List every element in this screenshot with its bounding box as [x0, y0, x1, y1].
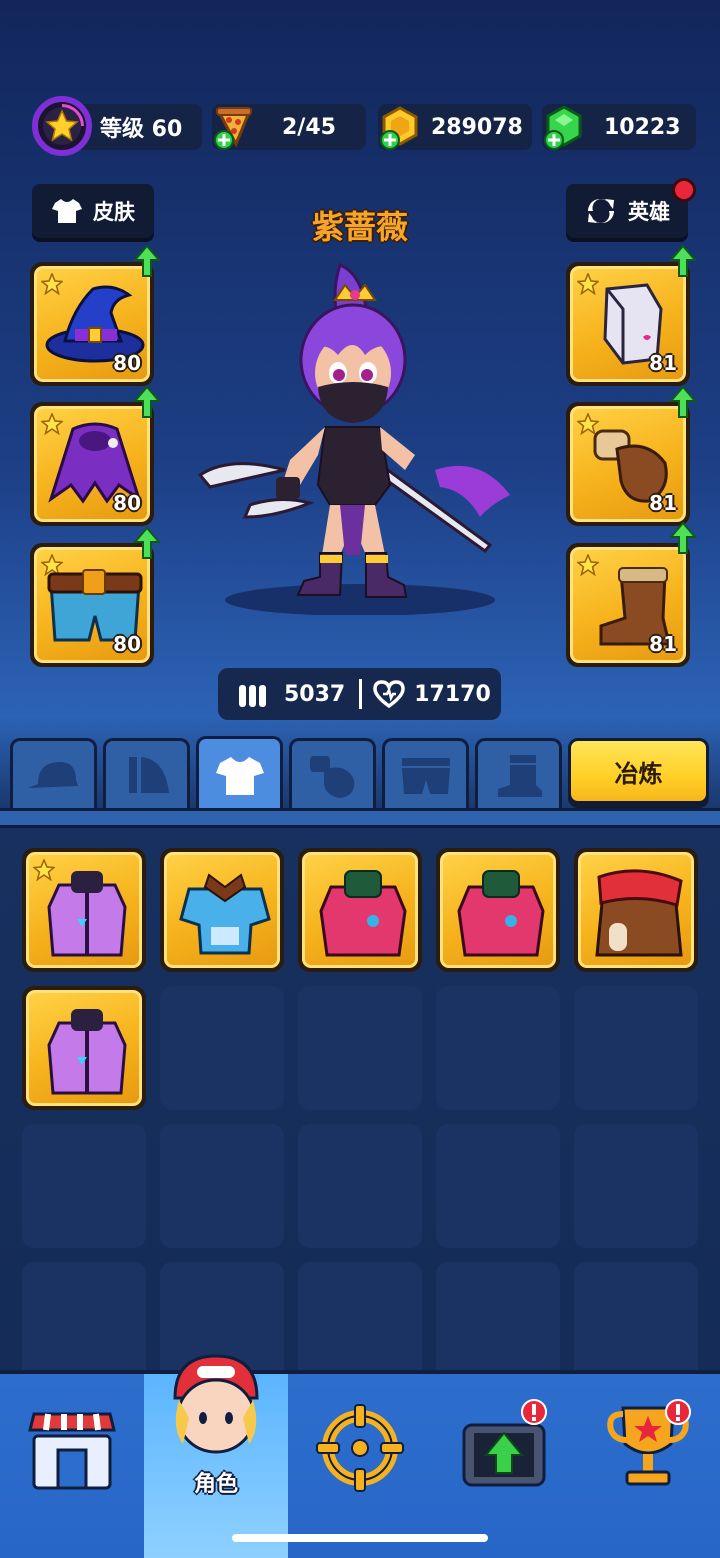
tab-boots[interactable] [475, 738, 562, 810]
hero-name: 紫蔷薇 [311, 208, 408, 246]
pizza-energy-icon [214, 107, 253, 150]
inventory-empty-slot [574, 1124, 698, 1248]
shirt-tab-icon [215, 756, 264, 795]
swap-arrows-icon [587, 198, 615, 224]
hero-character[interactable] [190, 255, 520, 615]
notification-badge-icon [521, 1399, 547, 1425]
equip-level: 81 [649, 632, 677, 656]
inventory-empty-slot [574, 986, 698, 1110]
upgrade-arrow-icon [669, 244, 697, 277]
skin-button-label: 皮肤 [93, 200, 135, 224]
equip-slot-armor[interactable]: 81 [566, 262, 690, 386]
boot-tab-icon [497, 754, 542, 797]
smelt-button-label: 冶炼 [614, 759, 663, 788]
stats-divider [359, 679, 363, 709]
smelt-button[interactable]: 冶炼 [568, 738, 709, 804]
energy-text: 2/45 [282, 114, 336, 140]
pink-jacket-icon [457, 870, 545, 957]
inventory-empty-slot [298, 1262, 422, 1386]
inventory-panel-header [0, 808, 720, 828]
nav-trophy[interactable] [576, 1374, 720, 1558]
level-text: 等级 60 [100, 117, 183, 142]
upgrade-arrow-icon [133, 244, 161, 277]
nav-battle[interactable] [288, 1374, 432, 1558]
inventory-item[interactable] [436, 848, 560, 972]
upgrade-arrow-icon [133, 526, 161, 559]
shirt-icon [52, 199, 82, 223]
equip-slot-head[interactable]: 80 [30, 262, 154, 386]
inventory-empty-slot [22, 1124, 146, 1248]
equip-level: 81 [649, 351, 677, 375]
upgrade-arrow-icon [669, 521, 697, 554]
equip-level: 80 [113, 632, 141, 656]
inventory-empty-slot [436, 986, 560, 1110]
nav-upgrade[interactable] [432, 1374, 576, 1558]
upgrade-arrow-icon [133, 385, 161, 418]
cap-tab-icon [27, 761, 78, 788]
left-blade [197, 462, 286, 489]
inventory-empty-slot [436, 1124, 560, 1248]
level-star-icon [32, 96, 92, 156]
inventory-item[interactable] [22, 986, 146, 1110]
health-value: 17170 [414, 681, 491, 707]
equip-level: 81 [649, 491, 677, 515]
tab-pants[interactable] [382, 738, 469, 810]
blue-shirt-bow-icon [179, 873, 271, 955]
red-scarf-coat-icon [595, 869, 683, 957]
bullets-icon [239, 685, 266, 707]
equip-level: 80 [113, 491, 141, 515]
inventory-item[interactable] [574, 848, 698, 972]
inventory-empty-slot [298, 1124, 422, 1248]
inventory-item[interactable] [22, 848, 146, 972]
shop-icon [28, 1412, 116, 1490]
inventory-empty-slot [298, 986, 422, 1110]
inventory-item[interactable] [160, 848, 284, 972]
gem-text: 10223 [604, 114, 681, 140]
inventory-empty-slot [574, 1262, 698, 1386]
character-icon [173, 1354, 259, 1454]
purple-hoodie-icon [47, 871, 127, 957]
nav-shop[interactable] [0, 1374, 144, 1558]
inventory-empty-slot [160, 1124, 284, 1248]
pink-jacket-icon [319, 870, 407, 957]
tab-head[interactable] [10, 738, 97, 810]
cloak-tab-icon [128, 756, 169, 793]
hero-button[interactable]: 英雄 [566, 184, 688, 238]
gold-text: 289078 [431, 114, 523, 140]
equip-level: 80 [113, 351, 141, 375]
glove-tab-icon [309, 755, 354, 798]
tab-cloak[interactable] [103, 738, 190, 810]
equip-slot-boots[interactable]: 81 [566, 543, 690, 667]
hero-stats: 5037 17170 [218, 668, 501, 720]
target-icon [316, 1404, 404, 1492]
shorts-tab-icon [401, 757, 450, 794]
skin-button[interactable]: 皮肤 [32, 184, 154, 238]
notification-badge-icon [665, 1399, 691, 1425]
inventory-empty-slot [436, 1262, 560, 1386]
gold-coin-add-icon [380, 106, 418, 150]
equip-slot-gloves[interactable]: 81 [566, 402, 690, 526]
bottom-nav: 角色 [0, 1354, 720, 1558]
attack-value: 5037 [284, 681, 346, 707]
heart-icon [373, 680, 405, 709]
nav-character-label: 角色 [193, 1472, 238, 1497]
equip-slot-pants[interactable]: 80 [30, 543, 154, 667]
tab-gloves[interactable] [289, 738, 376, 810]
inventory-item[interactable] [298, 848, 422, 972]
green-gem-add-icon [544, 105, 582, 150]
tab-top[interactable] [196, 736, 283, 812]
upgrade-arrow-icon [669, 385, 697, 418]
inventory-empty-slot [22, 1262, 146, 1386]
home-indicator[interactable] [232, 1534, 488, 1542]
hero-button-label: 英雄 [628, 200, 670, 224]
purple-hoodie-icon [47, 1009, 127, 1095]
equip-slot-cloak[interactable]: 80 [30, 402, 154, 526]
inventory-empty-slot [160, 986, 284, 1110]
nav-character[interactable]: 角色 [144, 1354, 288, 1558]
hero-notification-dot [672, 178, 696, 202]
